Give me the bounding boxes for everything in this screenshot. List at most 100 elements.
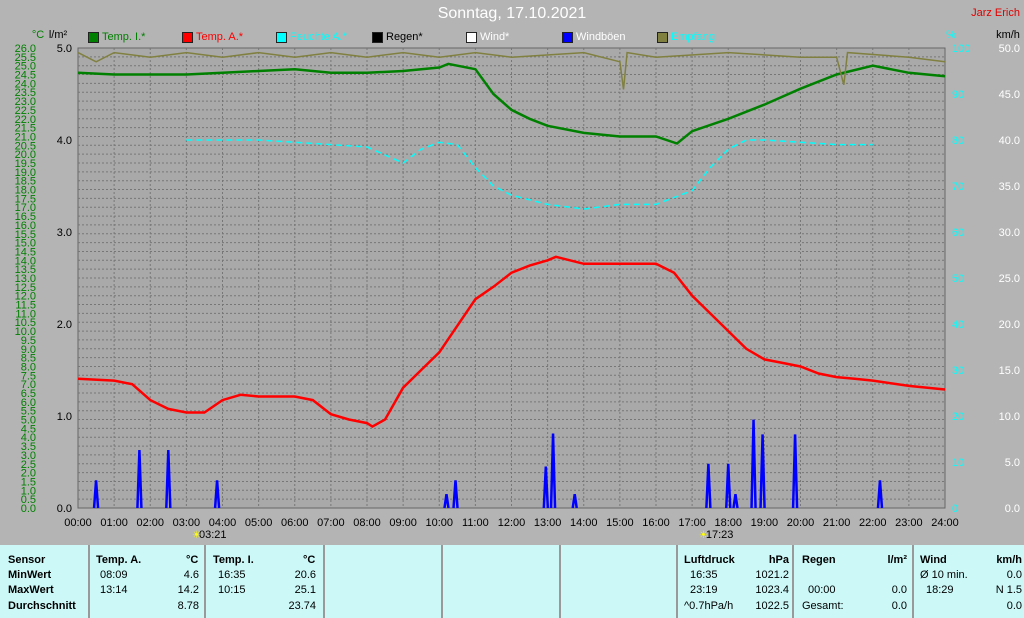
x-tick-label: 06:00: [281, 517, 309, 529]
rain-tick-label: 3.0: [57, 227, 72, 239]
x-tick-label: 23:00: [895, 517, 923, 529]
tempA-min: 4.6: [183, 569, 199, 581]
tempI-avg: 23.74: [288, 600, 316, 612]
x-tick-label: 10:00: [425, 517, 453, 529]
pct-tick-label: 100: [952, 43, 970, 55]
rain-unit: l/m²: [887, 554, 907, 566]
rain-tick-label: 4.0: [57, 135, 72, 147]
kmh-tick-label: 10.0: [999, 411, 1020, 423]
kmh-tick-label: 5.0: [1005, 457, 1020, 469]
sun-marker-icon: ☀: [699, 530, 708, 541]
x-tick-label: 11:00: [462, 517, 489, 529]
pct-tick-label: 10: [952, 457, 964, 469]
press-unit: hPa: [768, 554, 789, 566]
x-tick-label: 22:00: [859, 517, 887, 529]
x-tick-label: 24:00: [931, 517, 959, 529]
tempI-max: 25.1: [294, 584, 316, 596]
kmh-tick-label: 45.0: [999, 89, 1020, 101]
temp-axis-unit: °C: [32, 29, 44, 41]
tempI-min: 20.6: [294, 569, 316, 581]
kmh-tick-label: 40.0: [999, 135, 1020, 147]
tempA-min-time: 08:09: [100, 569, 128, 581]
rain-total: 0.0: [891, 600, 907, 612]
rain-header: Regen: [802, 554, 836, 566]
pct-tick-label: 80: [952, 135, 964, 147]
tempA-unit: °C: [186, 554, 199, 566]
kmh-tick-label: 0.0: [1005, 503, 1020, 515]
wind-avg: 0.0: [1006, 569, 1022, 581]
kmh-tick-label: 20.0: [999, 319, 1020, 331]
kmh-tick-label: 50.0: [999, 43, 1020, 55]
tempI-header: Temp. I.: [213, 554, 254, 566]
x-tick-label: 16:00: [642, 517, 670, 529]
press-avg: 1022.5: [755, 600, 789, 612]
wind-unit: km/h: [996, 554, 1022, 566]
wind-last: 0.0: [1006, 600, 1022, 612]
chart: 0.00.51.01.52.02.53.03.54.04.55.05.56.06…: [15, 29, 1020, 541]
rain-total-label: Gesamt:: [802, 600, 844, 612]
tempI-max-time: 10:15: [218, 584, 246, 596]
x-tick-label: 21:00: [823, 517, 851, 529]
x-tick-label: 05:00: [245, 517, 273, 529]
stats-table: Sensor MinWert MaxWert Durchschnitt Temp…: [0, 545, 1024, 618]
pct-tick-label: 50: [952, 273, 964, 285]
tempA-max: 14.2: [177, 584, 199, 596]
rain-value: 0.0: [891, 584, 907, 596]
x-tick-label: 19:00: [751, 517, 779, 529]
x-tick-label: 15:00: [606, 517, 634, 529]
pct-tick-label: 60: [952, 227, 964, 239]
pct-tick-label: 30: [952, 365, 964, 377]
pct-axis-unit: %: [946, 29, 956, 41]
sun-marker-label: 03:21: [199, 529, 227, 541]
wind-header: Wind: [920, 554, 947, 566]
kmh-tick-label: 15.0: [999, 365, 1020, 377]
x-tick-label: 18:00: [714, 517, 742, 529]
pct-tick-label: 90: [952, 89, 964, 101]
x-tick-label: 00:00: [64, 517, 92, 529]
rain-time: 00:00: [808, 584, 836, 596]
rain-tick-label: 0.0: [57, 503, 72, 515]
press-max-time: 23:19: [690, 584, 718, 596]
x-tick-label: 07:00: [317, 517, 345, 529]
sun-marker-icon: ☀: [192, 530, 201, 541]
tempI-unit: °C: [303, 554, 316, 566]
pct-tick-label: 0: [952, 503, 958, 515]
sensor-header: Sensor: [8, 554, 46, 566]
x-tick-label: 17:00: [678, 517, 706, 529]
rain-tick-label: 5.0: [57, 43, 72, 55]
kmh-tick-label: 30.0: [999, 227, 1020, 239]
temp-tick-label: 26.0: [15, 43, 36, 55]
tempA-avg: 8.78: [177, 600, 199, 612]
press-min: 1021.2: [755, 569, 789, 581]
max-label: MaxWert: [8, 584, 54, 596]
wind-avg-label: Ø 10 min.: [920, 569, 968, 581]
kmh-tick-label: 35.0: [999, 181, 1020, 193]
tempA-max-time: 13:14: [100, 584, 128, 596]
rain-tick-label: 2.0: [57, 319, 72, 331]
sun-marker-label: 17:23: [706, 529, 734, 541]
rain-axis-unit: l/m²: [49, 29, 68, 41]
pct-tick-label: 70: [952, 181, 964, 193]
tempI-min-time: 16:35: [218, 569, 246, 581]
rain-tick-label: 1.0: [57, 411, 72, 423]
wind-max-time: 18:29: [926, 584, 954, 596]
avg-label: Durchschnitt: [8, 600, 76, 612]
pct-tick-label: 20: [952, 411, 964, 423]
pct-tick-label: 40: [952, 319, 964, 331]
x-tick-label: 08:00: [353, 517, 381, 529]
x-tick-label: 12:00: [498, 517, 526, 529]
press-min-time: 16:35: [690, 569, 718, 581]
x-tick-label: 14:00: [570, 517, 598, 529]
wind-max: N 1.5: [995, 584, 1022, 596]
min-label: MinWert: [8, 569, 52, 581]
x-tick-label: 13:00: [534, 517, 562, 529]
press-header: Luftdruck: [684, 554, 735, 566]
press-max: 1023.4: [755, 584, 789, 596]
x-tick-label: 01:00: [100, 517, 128, 529]
x-tick-label: 03:00: [173, 517, 201, 529]
x-tick-label: 09:00: [389, 517, 417, 529]
x-tick-label: 04:00: [209, 517, 237, 529]
x-tick-label: 20:00: [787, 517, 815, 529]
kmh-axis-unit: km/h: [996, 29, 1020, 41]
tempA-header: Temp. A.: [96, 554, 142, 566]
